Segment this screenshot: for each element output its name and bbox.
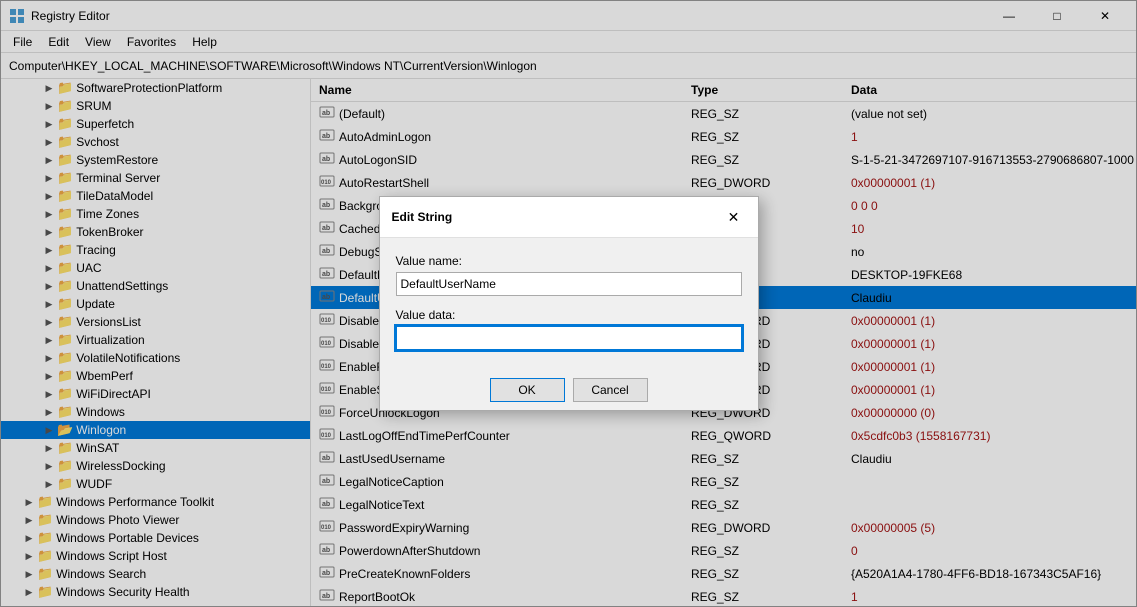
value-name-label: Value name: — [396, 254, 742, 268]
value-data-label: Value data: — [396, 308, 742, 322]
ok-button[interactable]: OK — [490, 378, 565, 402]
edit-string-dialog: Edit String ✕ Value name: Value data: OK… — [379, 196, 759, 411]
dialog-body: Value name: Value data: — [380, 238, 758, 378]
cancel-button[interactable]: Cancel — [573, 378, 648, 402]
dialog-title-bar: Edit String ✕ — [380, 197, 758, 238]
dialog-close-button[interactable]: ✕ — [722, 205, 746, 229]
value-data-input[interactable] — [396, 326, 742, 350]
modal-overlay: Edit String ✕ Value name: Value data: OK… — [0, 0, 1137, 607]
value-name-input[interactable] — [396, 272, 742, 296]
dialog-buttons: OK Cancel — [380, 378, 758, 410]
dialog-title: Edit String — [392, 210, 453, 224]
